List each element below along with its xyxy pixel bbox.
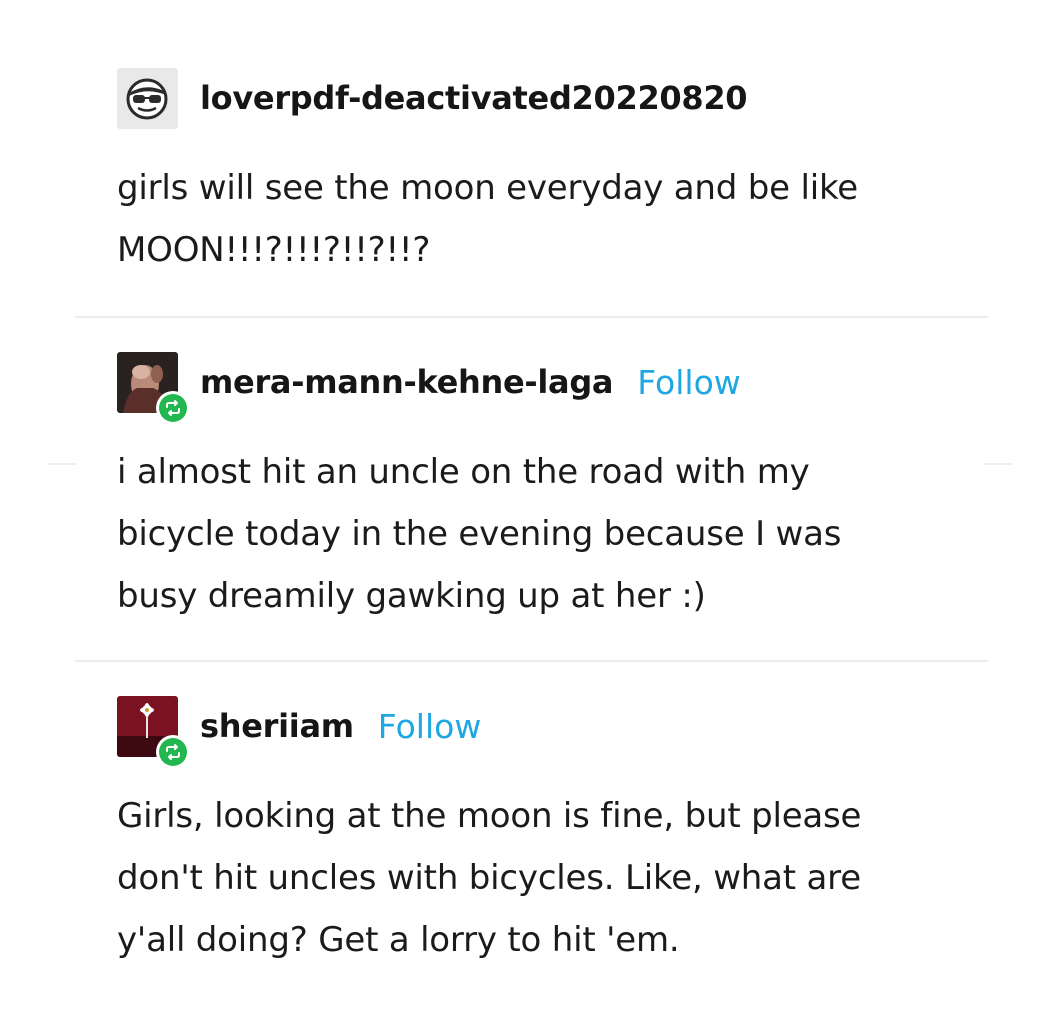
post-text-line: bicycle today in the evening because I w… <box>117 514 842 554</box>
post-text: Girls, looking at the moon is fine, but … <box>117 785 997 971</box>
post-header: mera-mann-kehne-laga Follow <box>117 351 997 425</box>
post-text-line: i almost hit an uncle on the road with m… <box>117 452 810 492</box>
post-text-line: y'all doing? Get a lorry to hit 'em. <box>117 920 680 960</box>
post-header: sheriiam Follow <box>117 695 997 769</box>
post-text-line: don't hit uncles with bicycles. Like, wh… <box>117 858 861 898</box>
post-text: girls will see the moon everyday and be … <box>117 157 997 281</box>
avatar[interactable] <box>117 67 178 129</box>
post-text-line: busy dreamily gawking up at her :) <box>117 576 706 616</box>
follow-button[interactable]: Follow <box>378 707 482 746</box>
edge-divider-right <box>985 463 1013 465</box>
avatar[interactable] <box>117 695 190 769</box>
post-divider <box>75 660 988 662</box>
post-header: loverpdf-deactivated20220820 <box>117 67 997 129</box>
username[interactable]: sheriiam <box>200 707 354 745</box>
post-sheriiam: sheriiam Follow Girls, looking at the mo… <box>117 695 997 971</box>
reblog-icon <box>156 734 190 769</box>
edge-divider-left <box>48 463 76 465</box>
post-loverpdf: loverpdf-deactivated20220820 girls will … <box>117 67 997 281</box>
post-divider <box>75 316 988 318</box>
post-text-line: girls will see the moon everyday and be … <box>117 168 858 208</box>
sunglasses-face-icon <box>117 67 178 129</box>
post-mera-mann-kehne-laga: mera-mann-kehne-laga Follow i almost hit… <box>117 351 997 627</box>
post-text-line: MOON!!!?!!!?!!?!!? <box>117 230 431 270</box>
post-text: i almost hit an uncle on the road with m… <box>117 441 997 627</box>
username[interactable]: loverpdf-deactivated20220820 <box>200 79 748 117</box>
username[interactable]: mera-mann-kehne-laga <box>200 363 614 401</box>
post-text-line: Girls, looking at the moon is fine, but … <box>117 796 862 836</box>
avatar[interactable] <box>117 351 190 425</box>
reblog-icon <box>156 390 190 425</box>
follow-button[interactable]: Follow <box>637 363 741 402</box>
